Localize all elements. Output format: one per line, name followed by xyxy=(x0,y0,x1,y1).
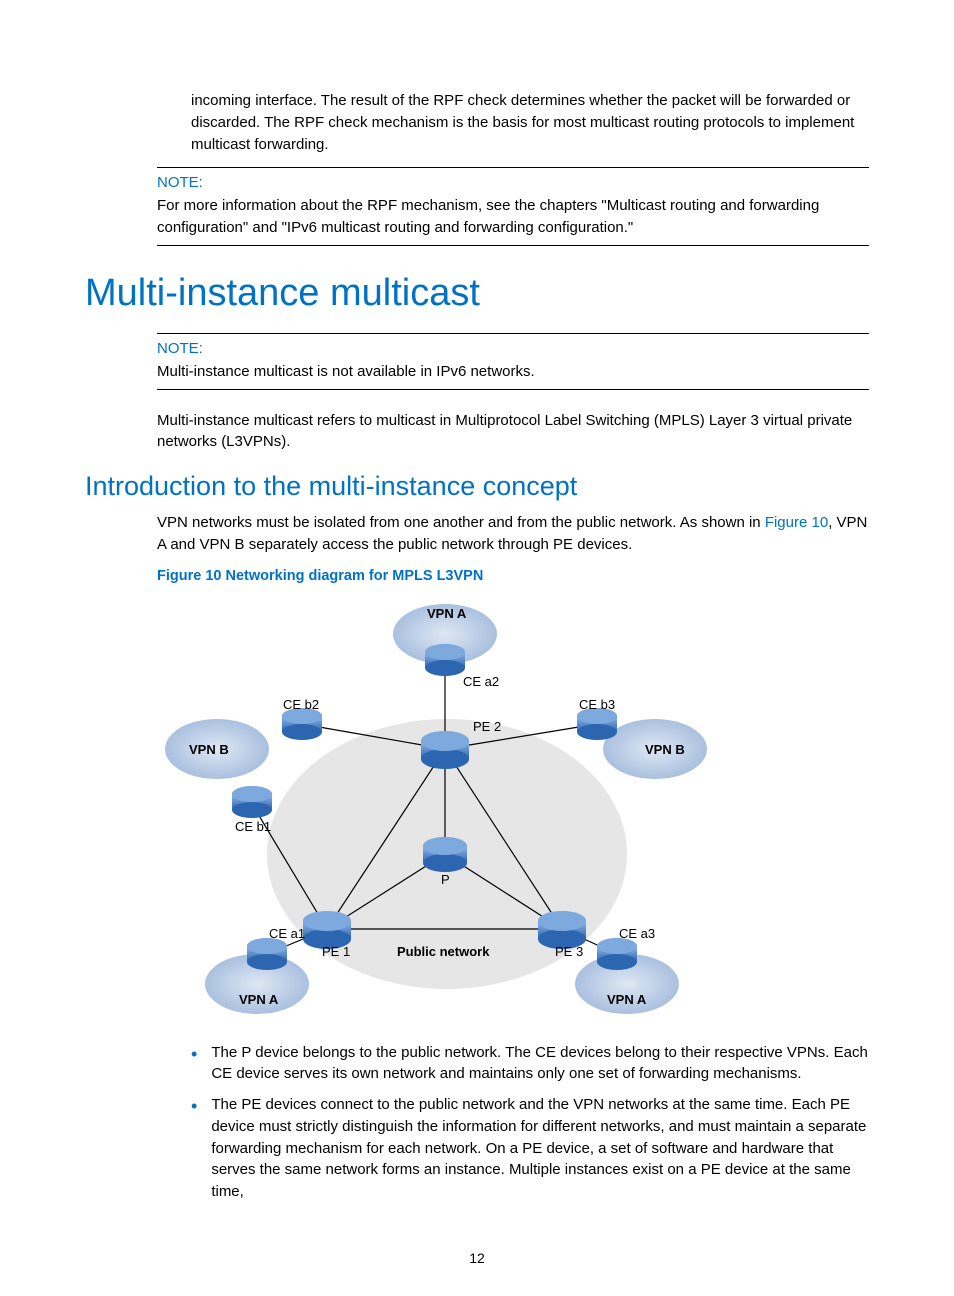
bullet-icon: • xyxy=(191,1045,197,1086)
device-label: P xyxy=(441,872,450,887)
public-network-label: Public network xyxy=(397,944,489,959)
device-label: PE 3 xyxy=(555,944,583,959)
note-label: NOTE: xyxy=(157,174,869,191)
text: VPN networks must be isolated from one a… xyxy=(157,514,765,531)
bullet-list: • The P device belongs to the public net… xyxy=(191,1042,869,1203)
diagram-svg xyxy=(157,594,717,1024)
list-item: • The PE devices connect to the public n… xyxy=(191,1094,869,1203)
section-heading: Multi-instance multicast xyxy=(85,272,869,315)
device-label: CE a3 xyxy=(619,926,655,941)
device-label: CE a2 xyxy=(463,674,499,689)
bullet-text: The PE devices connect to the public net… xyxy=(211,1094,869,1203)
device-label: PE 2 xyxy=(473,719,501,734)
intro-paragraph: incoming interface. The result of the RP… xyxy=(191,90,869,155)
list-item: • The P device belongs to the public net… xyxy=(191,1042,869,1086)
vpn-label: VPN B xyxy=(645,742,685,757)
note-label: NOTE: xyxy=(157,340,869,357)
bullet-text: The P device belongs to the public netwo… xyxy=(211,1042,869,1086)
device-label: CE b1 xyxy=(235,819,271,834)
subsection-heading: Introduction to the multi-instance conce… xyxy=(85,471,869,502)
note-text: Multi-instance multicast is not availabl… xyxy=(157,361,869,383)
paragraph: VPN networks must be isolated from one a… xyxy=(157,512,869,556)
vpn-label: VPN A xyxy=(239,992,278,1007)
bullet-icon: • xyxy=(191,1097,197,1203)
device-label: CE b2 xyxy=(283,697,319,712)
page-number: 12 xyxy=(0,1250,954,1266)
device-label: CE b3 xyxy=(579,697,615,712)
network-diagram: VPN A VPN B VPN B VPN A VPN A CE a2 CE b… xyxy=(157,594,717,1024)
paragraph: Multi-instance multicast refers to multi… xyxy=(157,410,869,454)
figure-link[interactable]: Figure 10 xyxy=(765,514,828,531)
vpn-label: VPN A xyxy=(427,606,466,621)
vpn-label: VPN A xyxy=(607,992,646,1007)
device-label: PE 1 xyxy=(322,944,350,959)
vpn-label: VPN B xyxy=(189,742,229,757)
note-text: For more information about the RPF mecha… xyxy=(157,195,869,239)
note-block-2: NOTE: Multi-instance multicast is not av… xyxy=(157,333,869,390)
device-label: CE a1 xyxy=(269,926,305,941)
figure-caption: Figure 10 Networking diagram for MPLS L3… xyxy=(157,568,869,584)
note-block-1: NOTE: For more information about the RPF… xyxy=(157,167,869,246)
